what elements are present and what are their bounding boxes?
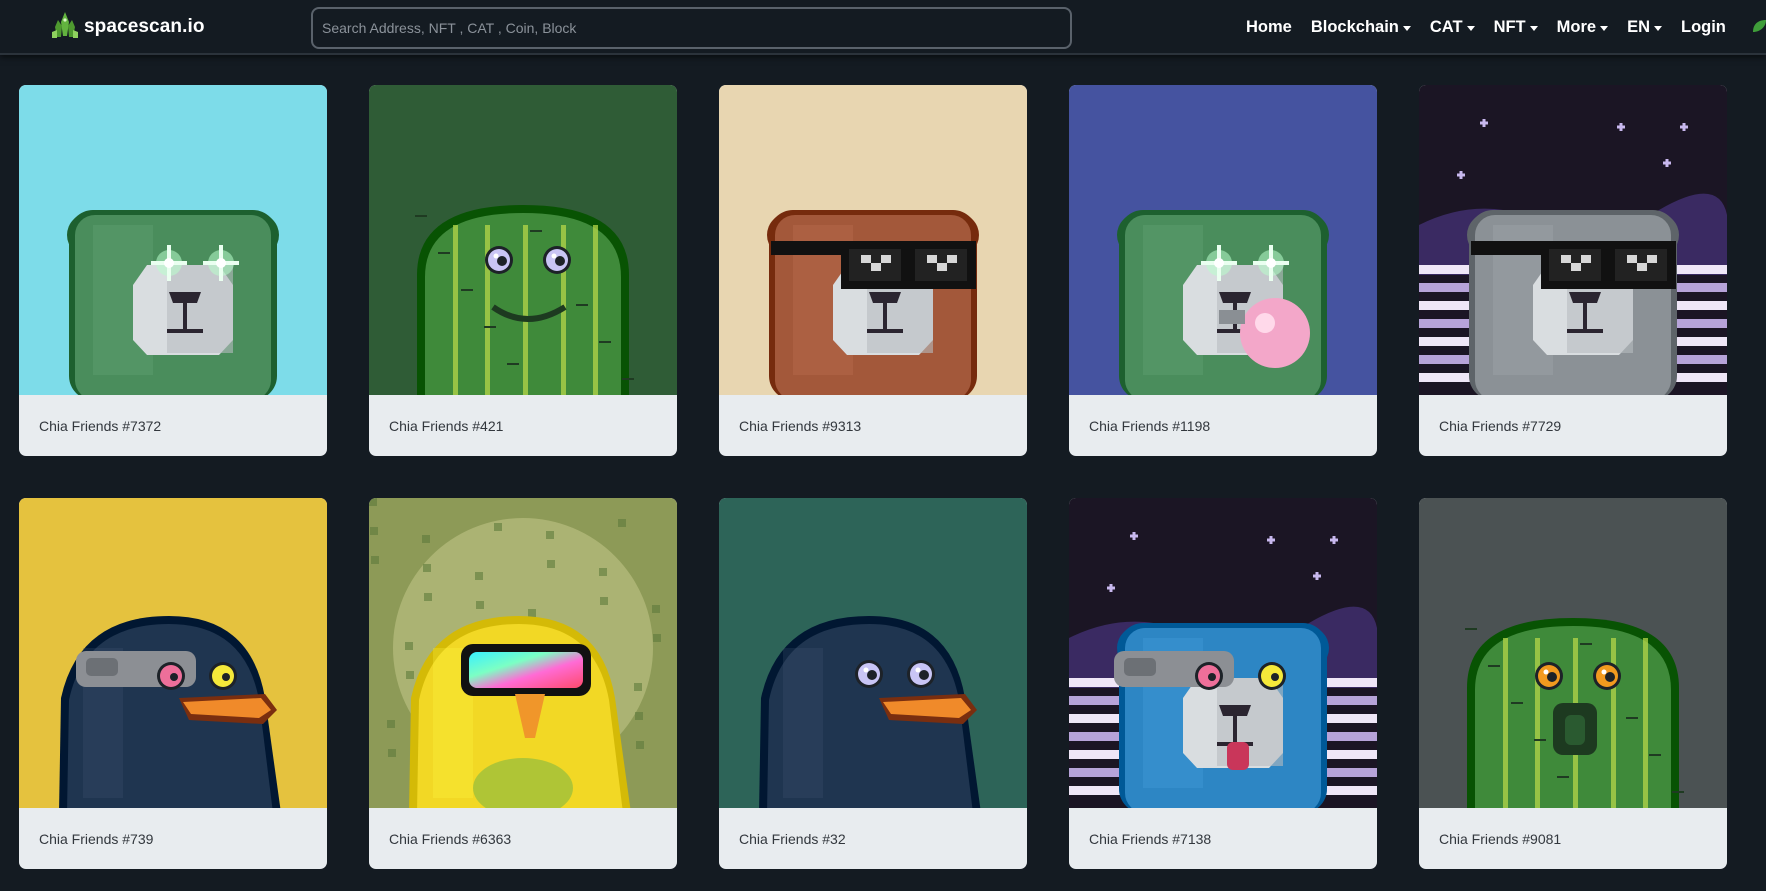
nft-title[interactable]: Chia Friends #7372 [39,418,161,434]
nav-language-dropdown[interactable]: EN [1627,18,1662,37]
nft-title[interactable]: Chia Friends #7138 [1089,831,1211,847]
nav-cat-label: CAT [1429,17,1463,36]
nav-language-label: EN [1627,17,1650,36]
caret-down-icon [1466,25,1475,31]
nft-card[interactable]: Chia Friends #6363 [369,498,677,869]
nav-login-label: Login [1680,17,1726,36]
search-input[interactable] [311,7,1072,49]
nft-image[interactable] [1419,85,1727,395]
nft-card[interactable]: Chia Friends #9081 [1419,498,1727,869]
nav-nft-label: NFT [1493,17,1526,36]
nft-image[interactable] [1069,498,1377,808]
nft-title[interactable]: Chia Friends #1198 [1089,418,1210,434]
nft-card[interactable]: Chia Friends #1198 [1069,85,1377,456]
brand-name: spacescan.io [84,16,205,37]
caret-down-icon [1402,25,1411,31]
nft-title[interactable]: Chia Friends #9313 [739,418,861,434]
nav-nft-dropdown[interactable]: NFT [1494,18,1538,37]
nav-blockchain-label: Blockchain [1310,17,1399,36]
nav-login[interactable]: Login [1681,18,1726,37]
caret-down-icon [1529,25,1538,31]
nft-title[interactable]: Chia Friends #32 [739,831,846,847]
nft-image[interactable] [369,498,677,808]
nft-card[interactable]: Chia Friends #421 [369,85,677,456]
nft-card[interactable]: Chia Friends #7138 [1069,498,1377,869]
caret-down-icon [1600,25,1609,31]
nft-image[interactable] [369,85,677,395]
nft-image[interactable] [1069,85,1377,395]
nft-title[interactable]: Chia Friends #421 [389,418,503,434]
nft-image[interactable] [19,498,327,808]
nft-title[interactable]: Chia Friends #6363 [389,831,511,847]
nft-title[interactable]: Chia Friends #9081 [1439,831,1561,847]
nav-home-label: Home [1246,17,1292,36]
nav-home[interactable]: Home [1246,18,1292,37]
nft-card[interactable]: Chia Friends #7729 [1419,85,1727,456]
nav-blockchain-dropdown[interactable]: Blockchain [1311,18,1411,37]
nft-title[interactable]: Chia Friends #739 [39,831,153,847]
nft-image[interactable] [719,498,1027,808]
brand-link[interactable]: spacescan.io [50,10,205,44]
nav-more-label: More [1556,17,1597,36]
main-nav: Home Blockchain CAT NFT More EN Login [1246,14,1745,40]
nft-card[interactable]: Chia Friends #9313 [719,85,1027,456]
nft-image[interactable] [719,85,1027,395]
nav-cat-dropdown[interactable]: CAT [1430,18,1475,37]
nft-card[interactable]: Chia Friends #7372 [19,85,327,456]
nft-image[interactable] [1419,498,1727,808]
nft-card[interactable]: Chia Friends #739 [19,498,327,869]
nft-title[interactable]: Chia Friends #7729 [1439,418,1561,434]
caret-down-icon [1653,25,1662,31]
nft-image[interactable] [19,85,327,395]
top-navbar: spacescan.io Home Blockchain CAT NFT Mor… [0,0,1766,55]
leaf-icon[interactable] [1752,18,1766,39]
nav-more-dropdown[interactable]: More [1556,17,1609,37]
nft-card[interactable]: Chia Friends #32 [719,498,1027,869]
spacescan-logo-icon [50,10,80,45]
